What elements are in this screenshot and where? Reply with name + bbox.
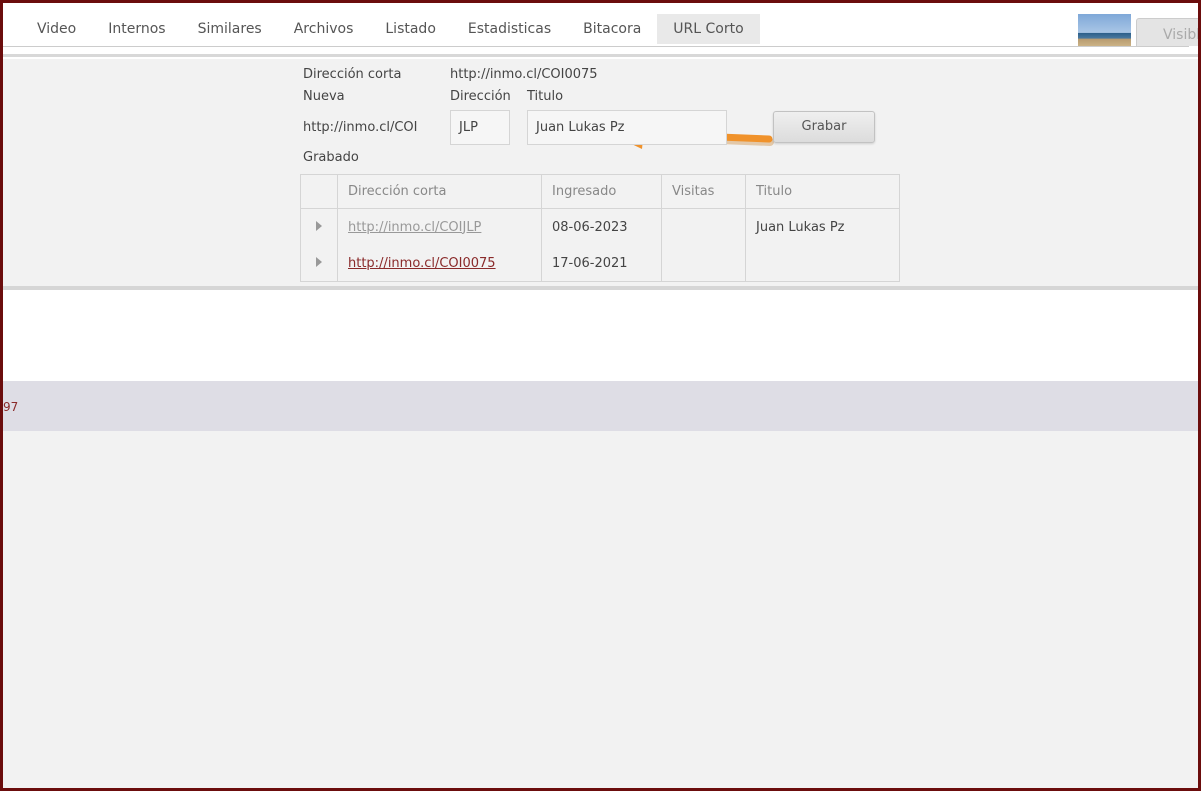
column-header-titulo: Titulo <box>745 174 900 209</box>
grabar-button[interactable]: Grabar <box>773 111 875 143</box>
visitas-cell <box>661 208 746 245</box>
blank-area <box>3 290 1198 381</box>
new-label: Nueva <box>303 89 345 104</box>
ingresado-cell: 17-06-2021 <box>541 245 662 282</box>
tab-similares[interactable]: Similares <box>182 14 278 44</box>
tab-listado[interactable]: Listado <box>369 14 452 44</box>
top-tab-bar: Video Internos Similares Archivos Listad… <box>3 3 1201 50</box>
column-header-direccion: Dirección corta <box>337 174 542 209</box>
tab-list: Video Internos Similares Archivos Listad… <box>21 14 760 44</box>
url-cell: http://inmo.cl/COIJLP <box>337 208 542 245</box>
property-thumbnail[interactable] <box>1078 14 1131 48</box>
footer-bar: 97 <box>3 381 1198 431</box>
header-separator <box>3 46 1198 59</box>
tab-archivos[interactable]: Archivos <box>278 14 370 44</box>
table-header-row: Dirección corta Ingresado Visitas Titulo <box>300 174 900 209</box>
footer-text: 97 <box>3 400 19 414</box>
tab-internos[interactable]: Internos <box>92 14 181 44</box>
tab-video[interactable]: Video <box>21 14 92 44</box>
short-url-link[interactable]: http://inmo.cl/COIJLP <box>348 220 481 235</box>
saved-label: Grabado <box>303 150 359 165</box>
expand-cell[interactable] <box>300 245 338 282</box>
visitas-cell <box>661 245 746 282</box>
short-url-value: http://inmo.cl/COI0075 <box>450 67 598 82</box>
column-header-expand <box>300 174 338 209</box>
direccion-input[interactable]: JLP <box>450 110 510 145</box>
titulo-cell: Juan Lukas Pz <box>745 208 900 245</box>
tab-estadisticas[interactable]: Estadisticas <box>452 14 567 44</box>
ingresado-cell: 08-06-2023 <box>541 208 662 245</box>
short-url-link[interactable]: http://inmo.cl/COI0075 <box>348 256 496 271</box>
short-urls-table: Dirección corta Ingresado Visitas Titulo… <box>300 174 900 282</box>
titulo-label: Titulo <box>527 89 564 104</box>
table-row: http://inmo.cl/COIJLP 08-06-2023 Juan Lu… <box>300 208 900 245</box>
expand-arrow-icon[interactable] <box>316 220 322 231</box>
column-header-ingresado: Ingresado <box>541 174 662 209</box>
titulo-cell <box>745 245 900 282</box>
url-corto-panel: Dirección corta http://inmo.cl/COI0075 N… <box>3 59 1198 286</box>
expand-cell[interactable] <box>300 208 338 245</box>
column-header-visitas: Visitas <box>661 174 746 209</box>
url-prefix: http://inmo.cl/COI <box>303 120 418 135</box>
short-url-label: Dirección corta <box>303 67 402 82</box>
url-cell: http://inmo.cl/COI0075 <box>337 245 542 282</box>
table-row: http://inmo.cl/COI0075 17-06-2021 <box>300 245 900 282</box>
expand-arrow-icon[interactable] <box>316 256 322 267</box>
tab-bitacora[interactable]: Bitacora <box>567 14 657 44</box>
titulo-input[interactable]: Juan Lukas Pz <box>527 110 727 145</box>
tab-url-corto[interactable]: URL Corto <box>657 14 760 44</box>
direccion-label: Dirección <box>450 89 511 104</box>
